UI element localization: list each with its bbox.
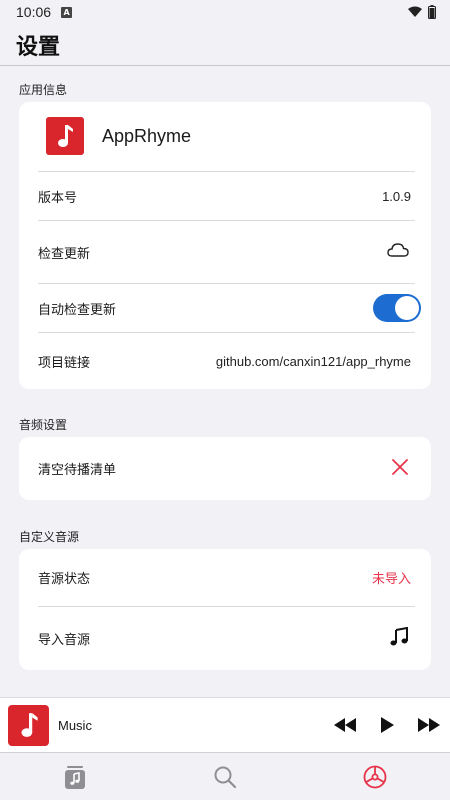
section-title-audio: 音频设置 (19, 418, 68, 432)
track-title: Music (58, 717, 92, 733)
import-source-label: 导入音源 (38, 633, 91, 648)
app-header-row: AppRhyme (46, 117, 411, 155)
check-update-row[interactable]: 检查更新 (38, 221, 411, 283)
mini-player[interactable]: Music (0, 697, 450, 752)
source-status-label: 音源状态 (38, 572, 91, 587)
clear-queue-row[interactable]: 清空待播清单 (38, 437, 411, 500)
nav-search[interactable] (195, 757, 255, 797)
page-title: 设置 (16, 34, 61, 60)
app-info-card: AppRhyme 版本号 1.0.9 检查更新 自动检查更新 项目链接 gith… (19, 102, 431, 389)
notification-badge-icon: A (61, 6, 73, 18)
version-value: 1.0.9 (382, 188, 411, 204)
music-notes-icon[interactable] (389, 626, 409, 651)
status-time: 10:06 (16, 4, 52, 20)
section-title-app-info: 应用信息 (19, 83, 68, 97)
section-title-custom-source: 自定义音源 (19, 530, 80, 544)
page-header: 设置 (0, 24, 450, 66)
auto-check-toggle[interactable] (373, 294, 421, 322)
auto-check-row: 自动检查更新 (38, 284, 421, 332)
toggle-knob (395, 296, 419, 320)
import-source-row[interactable]: 导入音源 (38, 607, 411, 670)
wifi-icon (408, 6, 422, 17)
version-row: 版本号 1.0.9 (38, 172, 411, 220)
status-bar: 10:06 A (0, 0, 450, 24)
project-link-label: 项目链接 (38, 355, 91, 371)
check-update-label: 检查更新 (38, 246, 91, 262)
play-icon (381, 717, 394, 733)
nav-library[interactable] (45, 757, 105, 797)
play-button[interactable] (374, 712, 400, 738)
nav-settings[interactable] (345, 757, 405, 797)
next-track-button[interactable] (416, 712, 442, 738)
project-link[interactable]: github.com/canxin121/app_rhyme (216, 354, 411, 369)
library-icon (65, 765, 85, 789)
version-label: 版本号 (38, 190, 78, 206)
bottom-nav (0, 752, 450, 800)
auto-check-label: 自动检查更新 (38, 302, 117, 318)
battery-icon (428, 5, 436, 19)
source-status-row: 音源状态 未导入 (38, 549, 411, 606)
track-cover[interactable] (8, 704, 49, 746)
previous-icon (334, 718, 356, 732)
player-controls (332, 712, 450, 738)
clear-queue-label: 清空待播清单 (38, 463, 117, 478)
close-icon[interactable] (391, 458, 409, 480)
source-status-value: 未导入 (371, 571, 411, 586)
project-link-row: 项目链接 github.com/canxin121/app_rhyme (38, 333, 411, 389)
custom-source-card: 音源状态 未导入 导入音源 (19, 549, 431, 670)
next-icon (418, 718, 440, 732)
settings-icon (363, 765, 387, 788)
music-note-icon (58, 125, 73, 147)
previous-track-button[interactable] (332, 712, 358, 738)
audio-card: 清空待播清单 (19, 437, 431, 500)
app-name: AppRhyme (102, 125, 192, 146)
cloud-icon[interactable] (387, 242, 409, 262)
search-icon (214, 766, 237, 788)
music-note-icon (20, 713, 38, 737)
app-logo (46, 117, 84, 155)
